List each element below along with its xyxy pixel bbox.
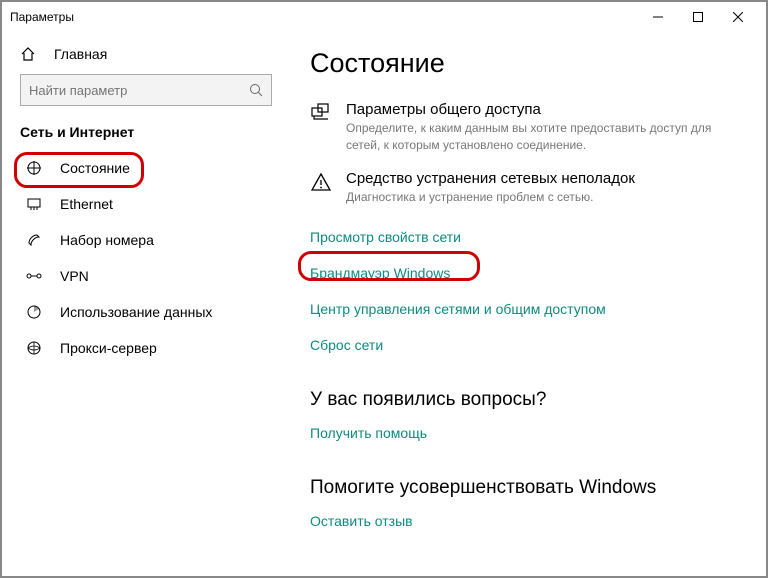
sidebar-item-label: VPN bbox=[60, 268, 89, 284]
ethernet-icon bbox=[26, 196, 46, 212]
annotation-highlight bbox=[298, 251, 480, 281]
warning-icon bbox=[310, 170, 338, 193]
home-link[interactable]: Главная bbox=[20, 46, 272, 62]
annotation-highlight bbox=[14, 152, 144, 188]
sidebar-item-label: Прокси-сервер bbox=[60, 340, 157, 356]
sidebar-item-label: Использование данных bbox=[60, 304, 212, 320]
sidebar-item-label: Набор номера bbox=[60, 232, 154, 248]
minimize-button[interactable] bbox=[638, 3, 678, 31]
sidebar-item-proxy[interactable]: Прокси-сервер bbox=[20, 330, 272, 366]
sidebar-item-dialup[interactable]: Набор номера bbox=[20, 222, 272, 258]
troubleshooter[interactable]: Средство устранения сетевых неполадок Ди… bbox=[310, 170, 738, 206]
sidebar-item-label: Ethernet bbox=[60, 196, 113, 212]
search-input[interactable] bbox=[29, 83, 249, 98]
link-network-center[interactable]: Центр управления сетями и общим доступом bbox=[310, 301, 606, 317]
trouble-desc: Диагностика и устранение проблем с сетью… bbox=[346, 189, 635, 206]
sharing-title: Параметры общего доступа bbox=[346, 101, 726, 118]
link-view-properties[interactable]: Просмотр свойств сети bbox=[310, 229, 461, 245]
content-pane: Состояние Параметры общего доступа Опред… bbox=[282, 32, 766, 576]
sidebar-item-ethernet[interactable]: Ethernet bbox=[20, 186, 272, 222]
link-get-help[interactable]: Получить помощь bbox=[310, 425, 427, 441]
link-feedback[interactable]: Оставить отзыв bbox=[310, 513, 413, 529]
sharing-icon bbox=[310, 101, 338, 124]
titlebar: Параметры bbox=[2, 2, 766, 32]
link-network-reset[interactable]: Сброс сети bbox=[310, 337, 383, 353]
home-label: Главная bbox=[54, 46, 107, 62]
search-box[interactable] bbox=[20, 74, 272, 106]
sidebar-item-vpn[interactable]: VPN bbox=[20, 258, 272, 294]
home-icon bbox=[20, 46, 40, 62]
dialup-icon bbox=[26, 232, 46, 248]
page-title: Состояние bbox=[310, 48, 738, 79]
proxy-icon bbox=[26, 340, 46, 356]
datausage-icon bbox=[26, 304, 46, 320]
section-title: Сеть и Интернет bbox=[20, 124, 272, 140]
search-icon bbox=[249, 83, 263, 97]
close-button[interactable] bbox=[718, 3, 758, 31]
window-body: Главная Сеть и Интернет Состояние bbox=[2, 32, 766, 576]
feedback-heading: Помогите усовершенствовать Windows bbox=[310, 477, 738, 499]
vpn-icon bbox=[26, 268, 46, 284]
trouble-title: Средство устранения сетевых неполадок bbox=[346, 170, 635, 187]
window-title: Параметры bbox=[10, 10, 638, 24]
help-heading: У вас появились вопросы? bbox=[310, 389, 738, 411]
settings-window: Параметры Главная Сеть и bbox=[0, 0, 768, 578]
sharing-desc: Определите, к каким данным вы хотите пре… bbox=[346, 120, 726, 154]
sharing-options[interactable]: Параметры общего доступа Определите, к к… bbox=[310, 101, 738, 154]
sidebar: Главная Сеть и Интернет Состояние bbox=[2, 32, 282, 576]
maximize-button[interactable] bbox=[678, 3, 718, 31]
sidebar-item-datausage[interactable]: Использование данных bbox=[20, 294, 272, 330]
